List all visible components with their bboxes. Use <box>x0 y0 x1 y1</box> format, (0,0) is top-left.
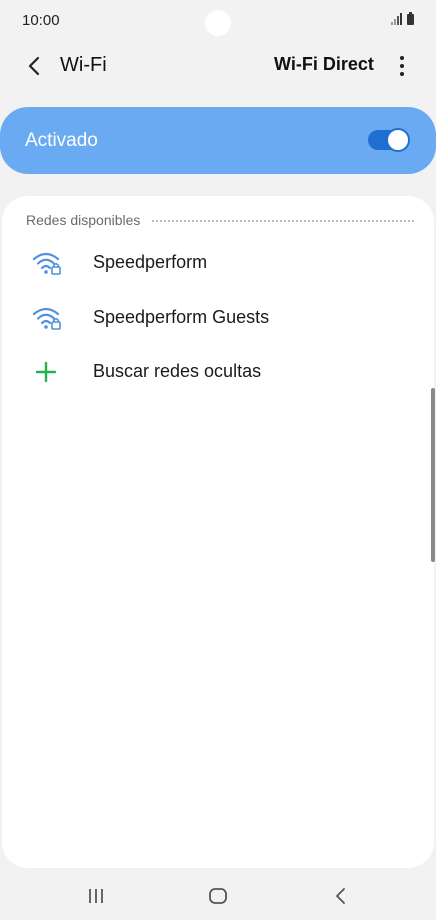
recents-button[interactable] <box>76 882 116 910</box>
search-hidden-networks-item[interactable]: Buscar redes ocultas <box>2 347 434 397</box>
signal-icon <box>391 13 402 25</box>
network-item-speedperform-guests[interactable]: Speedperform Guests <box>2 293 434 343</box>
networks-panel: Redes disponibles Speedperform Speedperf… <box>2 196 434 868</box>
recents-icon <box>89 889 103 903</box>
more-vertical-icon <box>400 56 404 60</box>
wifi-direct-button[interactable]: Wi-Fi Direct <box>274 54 374 75</box>
navigation-bar <box>0 872 436 920</box>
chevron-left-icon <box>28 56 40 76</box>
more-options-button[interactable] <box>390 50 414 82</box>
section-divider <box>152 220 414 222</box>
network-name: Speedperform <box>93 252 208 272</box>
status-bar: 10:00 <box>0 0 436 44</box>
section-header: Redes disponibles <box>26 211 414 229</box>
search-hidden-networks-label: Buscar redes ocultas <box>93 361 262 381</box>
wifi-toggle-row[interactable]: Activado <box>0 107 436 174</box>
status-time: 10:00 <box>22 12 60 29</box>
page-title: Wi-Fi <box>60 54 107 76</box>
home-icon <box>209 888 227 904</box>
switch-thumb <box>386 128 410 152</box>
network-name: Speedperform Guests <box>93 307 270 327</box>
back-button[interactable] <box>20 52 48 80</box>
home-button[interactable] <box>198 882 238 910</box>
wifi-locked-icon <box>32 307 61 330</box>
wifi-switch[interactable] <box>368 128 410 152</box>
camera-cutout <box>205 10 231 36</box>
section-title: Redes disponibles <box>26 212 141 228</box>
wifi-toggle-label: Activado <box>25 130 98 151</box>
scrollbar[interactable] <box>431 388 435 562</box>
plus-icon <box>35 361 57 383</box>
system-back-button[interactable] <box>321 882 361 910</box>
back-icon <box>336 888 345 904</box>
app-bar: Wi-Fi Wi-Fi Direct <box>0 44 436 88</box>
battery-icon <box>407 12 414 25</box>
network-item-speedperform[interactable]: Speedperform <box>2 238 434 288</box>
status-icons <box>391 12 414 25</box>
wifi-locked-icon <box>32 252 61 275</box>
